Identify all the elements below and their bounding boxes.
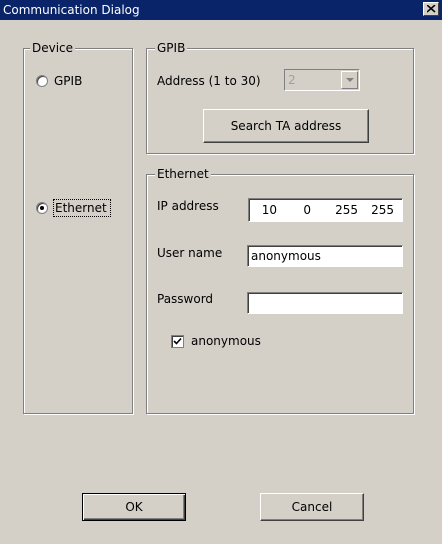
device-group-legend: Device bbox=[30, 41, 76, 55]
gpib-radio-label[interactable]: GPIB bbox=[54, 74, 82, 88]
ethernet-radio-label[interactable]: Ethernet bbox=[55, 201, 107, 215]
communication-dialog: Communication Dialog Device GPIB Etherne… bbox=[0, 0, 442, 544]
password-label: Password bbox=[157, 292, 214, 306]
ip-octet-2[interactable]: 0 bbox=[279, 203, 311, 217]
address-label: Address (1 to 30) bbox=[157, 74, 261, 88]
cancel-button-label: Cancel bbox=[291, 500, 333, 514]
window-title: Communication Dialog bbox=[3, 3, 140, 17]
user-name-value: anonymous bbox=[251, 249, 321, 263]
close-icon bbox=[427, 5, 436, 13]
gpib-group: GPIB Address (1 to 30) 2 Search TA addre… bbox=[146, 41, 414, 154]
address-select[interactable]: 2 bbox=[284, 69, 360, 91]
user-name-field[interactable]: anonymous bbox=[247, 245, 403, 267]
chevron-down-icon bbox=[346, 78, 354, 82]
anonymous-checkbox[interactable] bbox=[171, 335, 184, 348]
password-field[interactable] bbox=[247, 292, 403, 314]
ethernet-group-legend: Ethernet bbox=[155, 167, 211, 181]
ip-octet-3[interactable]: 255 bbox=[326, 203, 358, 217]
search-ta-address-label: Search TA address bbox=[230, 119, 342, 133]
ip-octet-4[interactable]: 255 bbox=[362, 203, 394, 217]
user-name-label: User name bbox=[157, 246, 223, 260]
ok-button-label: OK bbox=[125, 500, 143, 514]
gpib-radio[interactable] bbox=[36, 75, 48, 87]
ethernet-radio[interactable] bbox=[36, 202, 48, 214]
dropdown-arrow-button[interactable] bbox=[341, 71, 358, 89]
title-bar[interactable]: Communication Dialog bbox=[0, 0, 442, 20]
address-select-value: 2 bbox=[288, 73, 296, 87]
device-group: Device GPIB Ethernet bbox=[23, 41, 133, 414]
cancel-button[interactable]: Cancel bbox=[260, 493, 364, 521]
checkmark-icon bbox=[173, 337, 182, 345]
search-ta-address-button[interactable]: Search TA address bbox=[203, 109, 369, 143]
ip-address-field[interactable]: 10 0 255 255 bbox=[248, 198, 403, 222]
close-button[interactable] bbox=[423, 2, 439, 16]
radio-selected-dot bbox=[40, 206, 44, 210]
anonymous-checkbox-label[interactable]: anonymous bbox=[191, 334, 261, 348]
ip-address-label: IP address bbox=[157, 199, 219, 213]
ok-button[interactable]: OK bbox=[82, 493, 186, 521]
ip-octet-1[interactable]: 10 bbox=[245, 203, 277, 217]
ethernet-group: Ethernet IP address 10 0 255 255 User na… bbox=[146, 167, 414, 414]
gpib-group-legend: GPIB bbox=[155, 41, 188, 55]
